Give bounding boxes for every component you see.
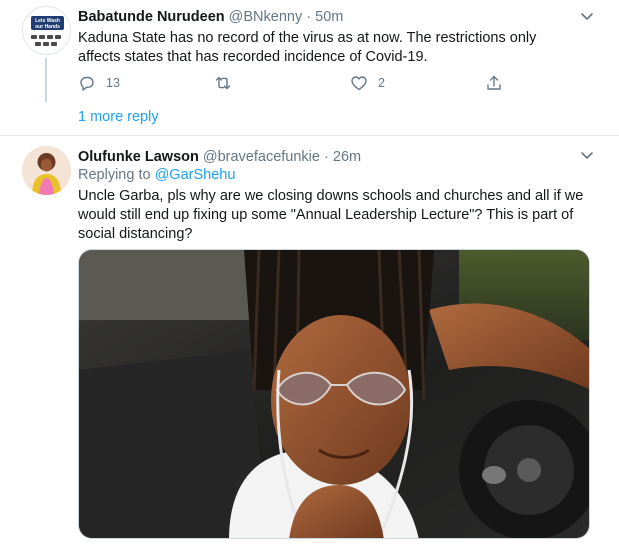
timestamp[interactable]: 26m [333,149,361,165]
user-handle[interactable]: @BNkenny [229,9,303,25]
display-name[interactable]: Babatunde Nurudeen [78,9,225,25]
display-name[interactable]: Olufunke Lawson [78,149,199,165]
heart-icon [351,76,367,91]
retweet-button[interactable] [214,72,242,94]
like-count: 2 [378,76,385,90]
chevron-down-icon[interactable] [578,7,596,25]
user-handle[interactable]: @bravefacefunkie [203,149,320,165]
avatar[interactable] [22,146,71,195]
like-button[interactable]: 2 [350,72,385,94]
tweet-text: Uncle Garba, pls why are we closing down… [78,188,584,242]
show-more-replies-link[interactable]: 1 more reply [78,109,159,125]
thread-line [45,58,47,102]
reply-icon [80,76,94,91]
tweet-header: Olufunke Lawson @bravefacefunkie · 26m [78,148,361,166]
photo-icon [79,250,589,538]
lets-wash-our-hands-avatar-icon: Lets Wash our Hands [23,7,70,54]
replying-to-handle-link[interactable]: @GarShehu [155,167,236,183]
profile-photo-avatar-icon [22,146,71,195]
reply-count: 13 [106,76,120,90]
avatar[interactable]: Lets Wash our Hands [22,6,71,55]
share-icon [487,75,501,90]
tweet[interactable]: Lets Wash our Hands Babatunde Nurudeen @… [0,0,619,136]
svg-text:our Hands: our Hands [35,24,60,30]
tweet-text: Kaduna State has no record of the virus … [78,30,537,65]
replying-to: Replying to @GarShehu [78,167,235,183]
timestamp[interactable]: 50m [315,9,343,25]
replying-to-label: Replying to [78,167,151,183]
tweet[interactable]: Olufunke Lawson @bravefacefunkie · 26m R… [0,137,619,549]
attached-photo[interactable] [78,249,590,539]
retweet-icon [215,76,231,90]
tweet-actions: 13 2 [78,72,508,94]
separator-dot: · [306,9,312,25]
tweet-header: Babatunde Nurudeen @BNkenny · 50m [78,8,343,26]
share-button[interactable] [485,72,503,94]
separator-dot: · [324,149,329,165]
reply-button[interactable]: 13 [78,72,120,94]
chevron-down-icon[interactable] [578,146,596,164]
